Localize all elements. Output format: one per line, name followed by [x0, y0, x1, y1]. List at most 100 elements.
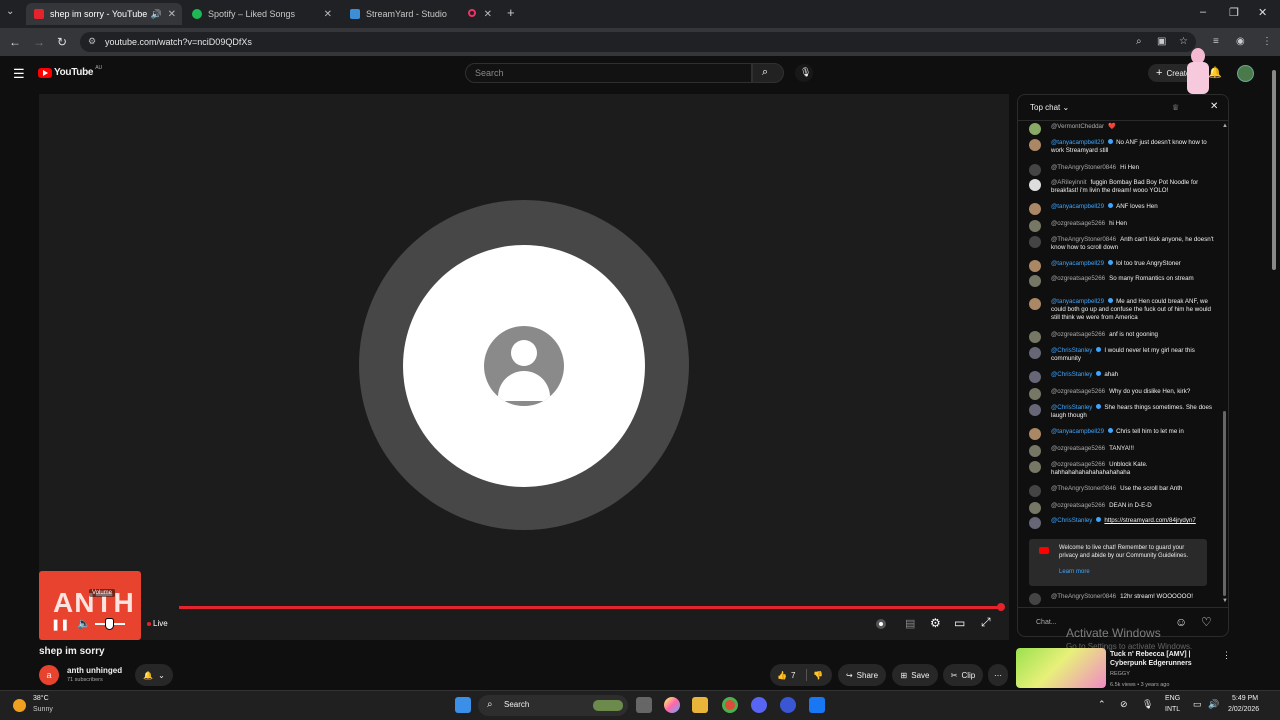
tab-search-icon[interactable]: ⌄ [6, 6, 14, 17]
save-button[interactable]: ⊞ Save [892, 664, 938, 686]
url-field[interactable]: ⚙ youtube.com/watch?v=nciD09QDfXs [80, 32, 1196, 52]
chat-message: @ozgreatsage5266 hi Hen [1026, 220, 1216, 232]
clock-time[interactable]: 5:49 PM [1232, 695, 1258, 702]
clock-date[interactable]: 2/02/2026 [1228, 706, 1259, 713]
live-badge[interactable]: Live [153, 619, 168, 628]
account-avatar[interactable] [1237, 65, 1254, 82]
youtube-logo-text: YouTube [54, 67, 94, 78]
close-tab-icon[interactable]: ✕ [168, 9, 176, 20]
youtube-play-logo-icon [38, 67, 52, 78]
task-view-icon[interactable] [636, 697, 652, 713]
hamburger-menu-icon[interactable]: ☰ [13, 66, 25, 82]
forward-icon[interactable]: → [33, 35, 45, 49]
heart-icon[interactable]: ♡ [1201, 615, 1212, 629]
progress-bar[interactable] [179, 606, 1001, 609]
speaker-tray-icon[interactable]: 🔊 [1208, 699, 1219, 710]
discord-icon[interactable] [751, 697, 767, 713]
monitor-icon[interactable]: ▭ [1193, 699, 1202, 710]
maximize-icon[interactable]: ❐ [1229, 6, 1239, 19]
chat-message: @VermontCheddar ❤️ [1026, 123, 1216, 135]
scroll-up-icon[interactable]: ▲ [1222, 123, 1228, 129]
youtube-logo[interactable]: YouTube AU [38, 65, 102, 78]
zoom-icon[interactable]: ⌕ [1136, 36, 1142, 47]
chat-mode-dropdown[interactable]: Top chat ⌄ [1030, 103, 1069, 112]
tab-spotify[interactable]: Spotify – Liked Songs ✕ [184, 3, 338, 25]
scroll-down-icon[interactable]: ▼ [1222, 598, 1228, 604]
chat-scrollbar[interactable] [1223, 411, 1226, 596]
autoplay-toggle-icon[interactable] [876, 619, 886, 629]
chat-message: @ChrisStanley ahah [1026, 371, 1216, 383]
tray-chevron-icon[interactable]: ⌃ [1098, 699, 1106, 710]
thumbs-down-icon[interactable]: 👎 [813, 671, 823, 680]
language-code[interactable]: ENG [1165, 695, 1180, 702]
page-scrollbar[interactable] [1270, 62, 1278, 684]
chat-options-icon[interactable]: ♕ [1172, 103, 1179, 112]
volume-tooltip: Volume [89, 589, 116, 597]
emoji-icon[interactable]: ☺ [1175, 615, 1187, 629]
chat-message: @ozgreatsage5266 DEAN in D-E-D [1026, 502, 1216, 514]
search-button[interactable]: ⌕ [752, 63, 784, 83]
close-tab-icon[interactable]: ✕ [484, 9, 492, 20]
menu-kebab-icon[interactable]: ⋮ [1262, 36, 1272, 47]
channel-name[interactable]: anth unhinged [67, 666, 122, 675]
recommended-meta: 6.5k views • 3 years ago [1110, 682, 1170, 688]
taskbar-search-icon: ⌕ [487, 699, 493, 710]
chat-link[interactable]: https://streamyard.com/84jrydyn7 [1104, 517, 1195, 524]
youtube-favicon-icon [34, 9, 44, 19]
app-icon[interactable] [780, 697, 796, 713]
mic-tray-icon[interactable]: 🎙 [1142, 699, 1153, 710]
search-icon: ⌕ [762, 66, 769, 78]
volume-icon[interactable]: 🔈 [77, 617, 91, 630]
file-explorer-icon[interactable] [692, 697, 708, 713]
settings-gear-icon[interactable]: ⚙ [930, 616, 941, 630]
chat-input[interactable]: Chat... [1036, 619, 1057, 626]
chat-close-icon[interactable]: ✕ [1210, 101, 1218, 112]
speaker-icon[interactable]: 🔊 [151, 9, 162, 20]
clip-button[interactable]: ✂ Clip [943, 664, 983, 686]
pause-icon[interactable]: ❚❚ [51, 618, 69, 631]
profile-icon[interactable]: ◉ [1236, 36, 1245, 47]
chat-message: @TheAngryStoner0846 Anth can't kick anyon… [1026, 236, 1216, 252]
taskbar-search[interactable]: ⌕ Search [478, 695, 628, 716]
back-icon[interactable]: ← [9, 35, 21, 49]
share-icon: ↪ [845, 670, 853, 680]
media-control-icon[interactable]: ≡ [1213, 36, 1219, 47]
new-tab-icon[interactable]: + [507, 5, 515, 20]
video-meta: shep im sorry a anth unhinged 71 subscri… [0, 640, 1010, 690]
tab-streamyard[interactable]: StreamYard - Studio ✕ [342, 3, 498, 25]
video-player[interactable]: ANTH Volume ❚❚ 🔈 Live ▤ ⚙ ▭ ⤢ [39, 94, 1009, 640]
facebook-icon[interactable] [809, 697, 825, 713]
voice-search-button[interactable]: 🎙 [795, 64, 813, 82]
search-input[interactable]: Search [465, 63, 752, 83]
more-actions-button[interactable]: ⋯ [988, 664, 1008, 686]
reload-icon[interactable]: ↻ [57, 35, 67, 49]
copilot-icon[interactable] [664, 697, 680, 713]
progress-scrubber[interactable] [997, 603, 1005, 611]
share-button[interactable]: ↪ Share [838, 664, 886, 686]
subscriber-count: 71 subscribers [67, 677, 103, 683]
recommended-title[interactable]: Tuck n' Rebecca [AMV] | Cyberpunk Edgeru… [1110, 650, 1222, 668]
fullscreen-icon[interactable]: ⤢ [981, 615, 991, 630]
windows-start-icon[interactable] [455, 697, 471, 713]
notification-bell-button[interactable]: 🔔 ⌄ [135, 664, 173, 686]
chrome-icon[interactable] [722, 697, 738, 713]
chat-message: @TheAngryStoner0846 Hi Hen [1026, 164, 1216, 176]
learn-more-link[interactable]: Learn more [1059, 568, 1090, 576]
cast-icon[interactable]: ▣ [1157, 36, 1166, 47]
subtitles-icon[interactable]: ▤ [905, 617, 915, 630]
site-info-icon[interactable]: ⚙ [88, 36, 96, 47]
recommended-more-icon[interactable]: ⋮ [1222, 650, 1231, 661]
channel-avatar[interactable]: a [39, 665, 59, 685]
keyboard-layout[interactable]: INTL [1165, 706, 1180, 713]
close-tab-icon[interactable]: ✕ [324, 9, 332, 20]
bookmark-star-icon[interactable]: ☆ [1179, 36, 1188, 47]
recommended-thumbnail[interactable] [1016, 648, 1106, 688]
minimize-icon[interactable]: – [1200, 6, 1206, 18]
like-count: 7 [790, 670, 796, 680]
network-off-icon[interactable]: ⊘ [1120, 699, 1128, 710]
window-close-icon[interactable]: ✕ [1258, 6, 1267, 19]
like-button[interactable]: 👍 7 [777, 671, 795, 680]
sun-weather-icon[interactable] [13, 699, 26, 712]
tab-youtube[interactable]: shep im sorry - YouTube 🔊 ✕ [26, 3, 182, 25]
theater-mode-icon[interactable]: ▭ [954, 616, 965, 630]
